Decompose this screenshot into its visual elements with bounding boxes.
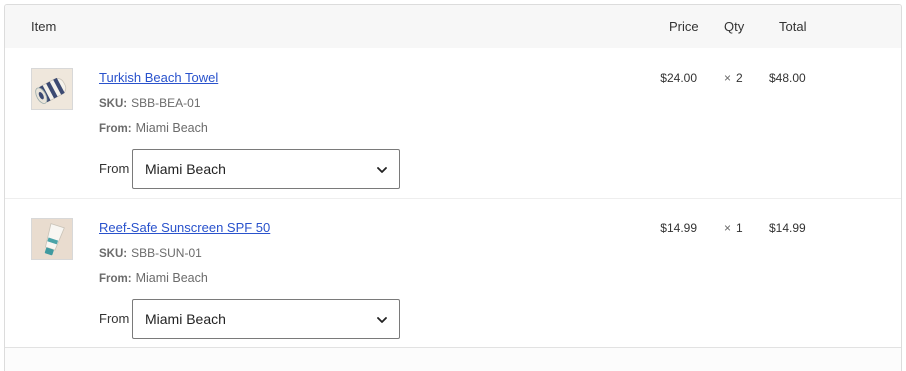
rolled-towel-icon — [32, 69, 72, 109]
from-location-select[interactable]: Miami Beach — [132, 299, 400, 339]
quantity-value: 2 — [736, 71, 743, 85]
from-value: Miami Beach — [135, 271, 208, 285]
header-price: Price — [669, 19, 699, 34]
from-select-label: From — [99, 311, 130, 326]
quantity: × 2 — [724, 71, 743, 85]
from-label-static: From: — [99, 123, 132, 135]
header-total: Total — [779, 19, 807, 34]
select-value: Miami Beach — [145, 161, 226, 177]
quantity-mark: × — [724, 221, 732, 235]
table-row: Reef-Safe Sunscreen SPF 50 SKU: SBB-SUN-0… — [5, 198, 901, 348]
from-value: Miami Beach — [135, 121, 208, 135]
order-items-panel: Item Price Qty Total Turkish Beach Towel… — [4, 4, 902, 371]
product-thumbnail[interactable] — [31, 218, 73, 260]
line-total: $48.00 — [769, 71, 806, 85]
unit-price: $14.99 — [660, 221, 697, 235]
line-total: $14.99 — [769, 221, 806, 235]
from-line: From: Miami Beach — [99, 271, 208, 285]
from-line: From: Miami Beach — [99, 121, 208, 135]
select-value: Miami Beach — [145, 311, 226, 327]
sku-line: SKU: SBB-SUN-01 — [99, 246, 202, 260]
quantity: × 1 — [724, 221, 743, 235]
sku-line: SKU: SBB-BEA-01 — [99, 96, 201, 110]
header-item: Item — [31, 19, 57, 34]
chevron-down-icon — [377, 317, 387, 323]
table-footer-area — [5, 348, 901, 371]
header-qty: Qty — [724, 19, 745, 34]
sku-label: SKU: — [99, 248, 128, 260]
from-label-static: From: — [99, 273, 132, 285]
sku-value: SBB-SUN-01 — [131, 246, 202, 260]
product-link[interactable]: Turkish Beach Towel — [99, 70, 218, 85]
sku-label: SKU: — [99, 98, 128, 110]
unit-price: $24.00 — [660, 71, 697, 85]
quantity-value: 1 — [736, 221, 743, 235]
from-select-label: From — [99, 161, 130, 176]
table-header: Item Price Qty Total — [5, 5, 901, 48]
from-location-select[interactable]: Miami Beach — [132, 149, 400, 189]
sku-value: SBB-BEA-01 — [131, 96, 201, 110]
product-thumbnail[interactable] — [31, 68, 73, 110]
product-link[interactable]: Reef-Safe Sunscreen SPF 50 — [99, 220, 270, 235]
quantity-mark: × — [724, 71, 732, 85]
table-row: Turkish Beach Towel SKU: SBB-BEA-01 From:… — [5, 48, 901, 198]
sunscreen-tube-icon — [32, 219, 72, 259]
chevron-down-icon — [377, 167, 387, 173]
